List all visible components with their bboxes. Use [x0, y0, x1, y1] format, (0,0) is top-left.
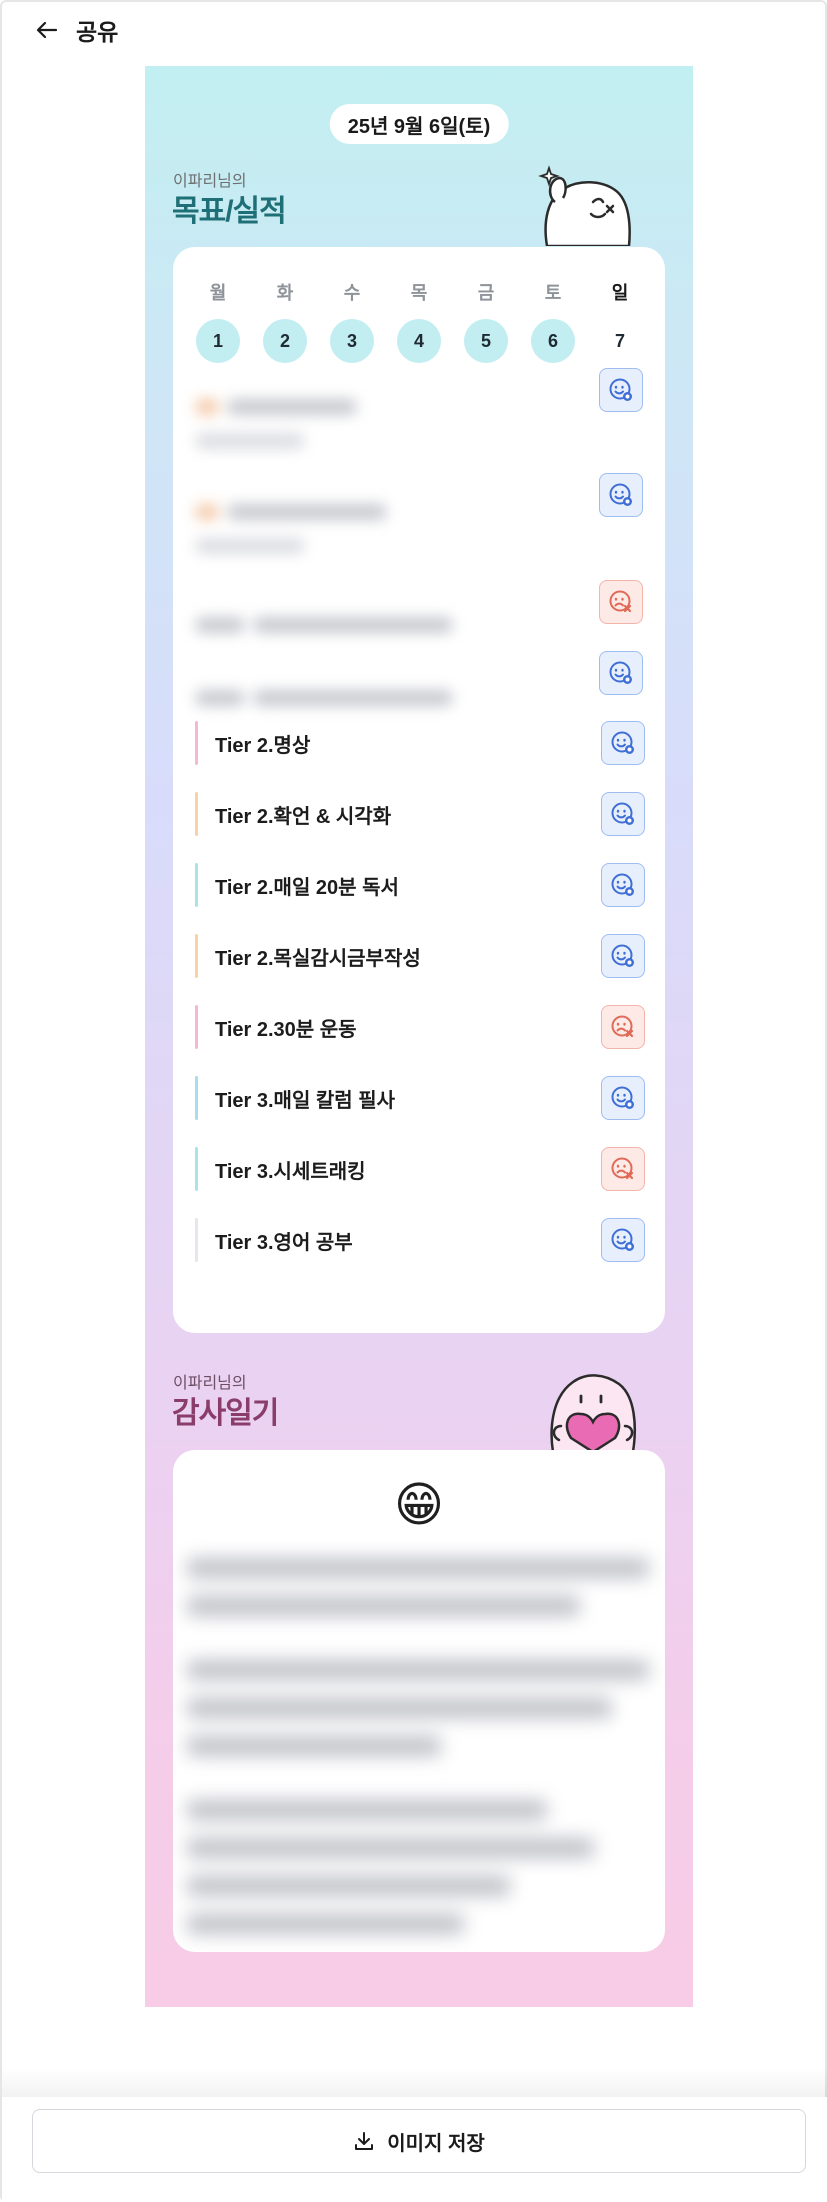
- frown-x-icon: [611, 1157, 634, 1180]
- header: 공유: [2, 2, 827, 58]
- goal-color-bar: [195, 1005, 198, 1049]
- diary-text: [187, 1558, 649, 1952]
- day-tue: 화2: [263, 279, 307, 363]
- hidden-goal-status: [599, 651, 643, 695]
- diary-panel: 😁: [173, 1450, 665, 1952]
- goal-label: Tier 3.매일 칼럼 필사: [215, 1089, 396, 1112]
- arrow-left-icon: [36, 21, 58, 39]
- goals-section-title: 목표/실적: [172, 195, 287, 228]
- goal-label: Tier 3.시세트래킹: [215, 1160, 366, 1183]
- status-badge: [599, 580, 643, 624]
- smile-check-icon: [611, 873, 634, 896]
- status-badge: [601, 934, 645, 978]
- status-badge: [599, 368, 643, 412]
- status-badge: [599, 651, 643, 695]
- frown-x-icon: [611, 1015, 634, 1038]
- goal-label: Tier 2.30분 운동: [215, 1018, 357, 1041]
- day-number: 4: [397, 319, 441, 363]
- share-card: 25년 9월 6일(토) 이파리님의 목표/실적 월1 화2 수3 목4 금5 …: [145, 66, 693, 2007]
- smile-check-icon: [611, 1086, 634, 1109]
- status-badge: [601, 1147, 645, 1191]
- status-badge: [599, 473, 643, 517]
- smile-check-icon: [609, 483, 632, 506]
- status-badge: [601, 863, 645, 907]
- back-button[interactable]: [32, 15, 62, 45]
- status-badge: [601, 1005, 645, 1049]
- goal-color-bar: [195, 1147, 198, 1191]
- day-number: 7: [614, 330, 625, 351]
- diary-section-title: 감사일기: [172, 1397, 279, 1430]
- goal-row: Tier 2.목실감시금부작성: [195, 934, 645, 978]
- goal-label: Tier 2.확언 & 시각화: [215, 805, 392, 828]
- footer: 이미지 저장: [2, 2097, 827, 2202]
- week-calendar: 월1 화2 수3 목4 금5 토6 일7: [173, 279, 665, 363]
- goal-row: Tier 3.영어 공부: [195, 1218, 645, 1262]
- goal-color-bar: [195, 1076, 198, 1120]
- day-fri: 금5: [464, 279, 508, 363]
- day-mon: 월1: [196, 279, 240, 363]
- goal-row: Tier 2.매일 20분 독서: [195, 863, 645, 907]
- day-sat: 토6: [531, 279, 575, 363]
- goals-panel: 월1 화2 수3 목4 금5 토6 일7 Tier 2.명상 Tier 2.확언…: [173, 247, 665, 1333]
- day-number: 6: [531, 319, 575, 363]
- smile-check-icon: [609, 378, 632, 401]
- goal-label: Tier 2.매일 20분 독서: [215, 876, 399, 899]
- goal-color-bar: [195, 1218, 198, 1262]
- share-screen: 공유 25년 9월 6일(토) 이파리님의 목표/실적 월1 화2 수3 목4 …: [0, 0, 827, 2202]
- hidden-goal: [195, 690, 495, 706]
- day-number: 3: [330, 319, 374, 363]
- hidden-goal: [195, 504, 495, 554]
- day-number: 1: [196, 319, 240, 363]
- ghost-mascot-icon: [538, 165, 631, 246]
- day-number: 5: [464, 319, 508, 363]
- day-thu: 목4: [397, 279, 441, 363]
- goal-color-bar: [195, 792, 198, 836]
- goal-row: Tier 3.매일 칼럼 필사: [195, 1076, 645, 1120]
- hidden-goal-status: [599, 368, 643, 412]
- hidden-goal: [195, 399, 495, 449]
- goal-row: Tier 2.30분 운동: [195, 1005, 645, 1049]
- goal-label: Tier 2.명상: [215, 734, 311, 757]
- heart-mascot-icon: [550, 1374, 636, 1452]
- goal-color-bar: [195, 863, 198, 907]
- smile-check-icon: [609, 661, 632, 684]
- download-icon: [353, 2130, 375, 2152]
- goal-color-bar: [195, 934, 198, 978]
- status-badge: [601, 1076, 645, 1120]
- hidden-goal-status: [599, 473, 643, 517]
- goal-color-bar: [195, 721, 198, 765]
- goal-label: Tier 3.영어 공부: [215, 1231, 353, 1254]
- goal-row: Tier 2.확언 & 시각화: [195, 792, 645, 836]
- smile-check-icon: [611, 944, 634, 967]
- grinning-face-icon: 😁: [393, 1479, 445, 1532]
- smile-check-icon: [611, 802, 634, 825]
- status-badge: [601, 792, 645, 836]
- date-pill: 25년 9월 6일(토): [329, 104, 509, 144]
- save-image-button[interactable]: 이미지 저장: [32, 2109, 806, 2173]
- frown-x-icon: [609, 590, 632, 613]
- status-badge: [601, 721, 645, 765]
- day-number: 2: [263, 319, 307, 363]
- smile-check-icon: [611, 731, 634, 754]
- footer-shadow: [2, 2067, 827, 2097]
- status-badge: [601, 1218, 645, 1262]
- goal-row: Tier 2.명상: [195, 721, 645, 765]
- goal-label: Tier 2.목실감시금부작성: [215, 947, 421, 970]
- page-title: 공유: [76, 19, 119, 45]
- hidden-goal: [195, 617, 495, 633]
- day-wed: 수3: [330, 279, 374, 363]
- goal-row: Tier 3.시세트래킹: [195, 1147, 645, 1191]
- save-image-label: 이미지 저장: [387, 2132, 485, 2155]
- hidden-goal-status: [599, 580, 643, 624]
- smile-check-icon: [611, 1228, 634, 1251]
- day-sun: 일7: [598, 279, 642, 363]
